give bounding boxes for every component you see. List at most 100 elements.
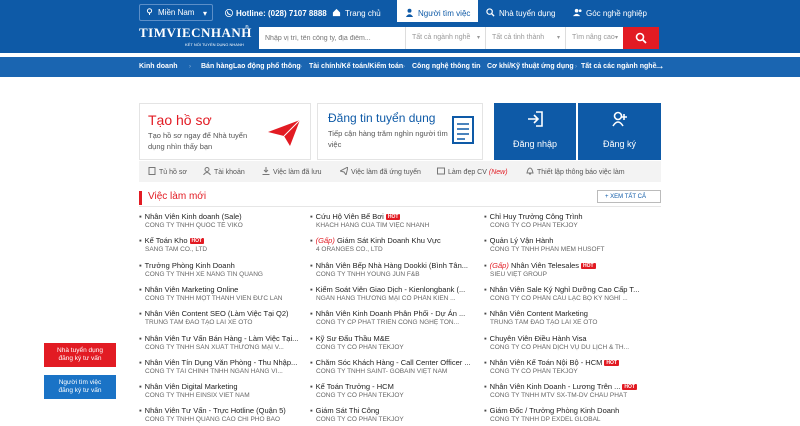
- category-link[interactable]: Tất cả các ngành nghề: [581, 63, 656, 70]
- job-item[interactable]: ▪ Nhân Viên Kinh Doanh Phân Phối - Dự Án …: [310, 309, 480, 326]
- advanced-search[interactable]: Tìm nâng cao ▾: [565, 27, 623, 49]
- nav-home[interactable]: Trang chủ: [332, 0, 381, 22]
- job-title-row[interactable]: ▪ Quản Lý Vận Hành: [484, 236, 654, 245]
- job-company[interactable]: CÔNG TY CP PHÁT TRIỂN CÔNG NGHỆ TỐN...: [310, 319, 480, 326]
- job-title[interactable]: Nhân Viên Bếp Nhà Hàng Dookki (Bình Tân.…: [316, 261, 468, 270]
- job-title[interactable]: Kiểm Soát Viên Giao Dịch - Kienlongbank …: [316, 285, 466, 294]
- job-company[interactable]: CÔNG TY TNHH PHẦN MỀM HUSOFT: [484, 246, 654, 253]
- category-link[interactable]: Cơ khí/Kỹ thuật ứng dụng: [487, 63, 574, 70]
- job-item[interactable]: ▪ (Gấp) Nhân Viên Telesales HOT SIÊU VIỆT G…: [484, 261, 654, 278]
- job-title-row[interactable]: ▪ Nhân Viên Digital Marketing: [139, 382, 309, 391]
- job-title-row[interactable]: ▪ Trưởng Phòng Kinh Doanh: [139, 261, 309, 270]
- job-title-row[interactable]: ▪ Nhân Viên Kinh doanh (Sale): [139, 212, 309, 221]
- nav-job-seeker[interactable]: Người tìm việc: [397, 0, 479, 22]
- job-title[interactable]: Nhân Viên Tín Dụng Văn Phòng - Thu Nhập.…: [145, 358, 298, 367]
- job-title[interactable]: Nhân Viên Tư Vấn Bán Hàng - Làm Việc Tại…: [145, 334, 299, 343]
- job-company[interactable]: CÔNG TY TÀI CHÍNH TNHH NGÂN HÀNG VI...: [139, 368, 309, 375]
- category-link[interactable]: Tài chính/Kế toán/Kiểm toán: [309, 63, 403, 70]
- job-title[interactable]: Nhân Viên Sale Ký Nghỉ Dưỡng Cao Cấp T..…: [490, 285, 640, 294]
- job-title[interactable]: Kỹ Sư Đấu Thầu M&E: [316, 334, 390, 343]
- job-title-row[interactable]: ▪ Kiểm Soát Viên Giao Dịch - Kienlongbank…: [310, 285, 480, 294]
- job-company[interactable]: CÔNG TY TNHH MỘT THÀNH VIÊN ĐỨC LAN: [139, 295, 309, 302]
- job-title-row[interactable]: ▪ Nhân Viên Content Marketing: [484, 309, 654, 318]
- job-item[interactable]: ▪ Giám Sát Thi Công CÔNG TY CỔ PHẦN TEKJOY: [310, 406, 480, 423]
- job-item[interactable]: ▪ Nhân Viên Tư Vấn Bán Hàng - Làm Việc Tạ…: [139, 334, 309, 351]
- nav-employer[interactable]: Nhà tuyển dụng: [486, 0, 556, 22]
- job-title[interactable]: Nhân Viên Digital Marketing: [145, 382, 238, 391]
- shortcut-saved-jobs[interactable]: Việc làm đã lưu: [262, 167, 322, 176]
- job-title-row[interactable]: ▪ Kế Toán Trưởng - HCM: [310, 382, 480, 391]
- job-title[interactable]: Nhân Viên Content Marketing: [490, 309, 588, 318]
- job-company[interactable]: SIÊU VIỆT GROUP: [484, 271, 654, 278]
- job-title[interactable]: Giám Đốc / Trưởng Phòng Kinh Doanh: [490, 406, 620, 415]
- job-title[interactable]: Nhân Viên Kinh Doanh - Lương Trên ...: [490, 382, 621, 391]
- job-company[interactable]: CÔNG TY TNHH YOUNG JUN F&B: [310, 271, 480, 278]
- job-title-row[interactable]: ▪ Nhân Viên Tư Vấn - Trực Hotline (Quận 5…: [139, 406, 309, 415]
- job-title[interactable]: Nhân Viên Tư Vấn - Trực Hotline (Quận 5): [145, 406, 286, 415]
- job-item[interactable]: ▪ Chỉ Huy Trưởng Công Trình CÔNG TY CỔ PHẦ…: [484, 212, 654, 229]
- create-resume-card[interactable]: Tạo hồ sơ Tạo hồ sơ ngay để Nhà tuyển dụ…: [139, 103, 311, 160]
- category-link[interactable]: Kinh doanh: [139, 63, 178, 70]
- job-title-row[interactable]: ▪ Kỹ Sư Đấu Thầu M&E: [310, 334, 480, 343]
- job-item[interactable]: ▪ Nhân Viên Kinh Doanh - Lương Trên ... HO…: [484, 382, 654, 399]
- job-item[interactable]: ▪ Nhân Viên Bếp Nhà Hàng Dookki (Bình Tân…: [310, 261, 480, 278]
- post-job-card[interactable]: Đăng tin tuyển dụng Tiếp cận hàng trăm n…: [317, 103, 483, 160]
- job-title-row[interactable]: ▪ Nhân Viên Sale Ký Nghỉ Dưỡng Cao Cấp T.…: [484, 285, 654, 294]
- job-title[interactable]: Chăm Sóc Khách Hàng - Call Center Office…: [316, 358, 471, 367]
- shortcut-applied-jobs[interactable]: Việc làm đã ứng tuyển: [340, 167, 421, 176]
- job-item[interactable]: ▪ (Gấp) Giám Sát Kinh Doanh Khu Vực 4 ORAN…: [310, 236, 480, 253]
- job-company[interactable]: CÔNG TY CỔ PHẦN CẦU LẠC BỘ KỲ NGHỈ ...: [484, 295, 654, 302]
- job-title[interactable]: Kế Toán Trưởng - HCM: [316, 382, 394, 391]
- job-item[interactable]: ▪ Nhân Viên Content SEO (Làm Việc Tại Q2)…: [139, 309, 309, 326]
- job-title-row[interactable]: ▪ Nhân Viên Bếp Nhà Hàng Dookki (Bình Tân…: [310, 261, 480, 270]
- job-title[interactable]: Giám Sát Thi Công: [316, 406, 380, 415]
- category-link[interactable]: Công nghệ thông tin: [412, 63, 480, 70]
- job-company[interactable]: SANG TAM CO., LTD: [139, 246, 309, 253]
- see-all-button[interactable]: + XEM TẤT CẢ: [597, 190, 661, 203]
- job-title-row[interactable]: ▪ Cứu Hộ Viên Bể Bơi HOT: [310, 212, 480, 221]
- job-title-row[interactable]: ▪ Nhân Viên Marketing Online: [139, 285, 309, 294]
- job-title[interactable]: Nhân Viên Content SEO (Làm Việc Tại Q2): [145, 309, 289, 318]
- arrow-right-icon[interactable]: →: [654, 60, 665, 72]
- job-title-row[interactable]: ▪ Chăm Sóc Khách Hàng - Call Center Offic…: [310, 358, 480, 367]
- job-company[interactable]: TRUNG TÂM ĐÀO TẠO LÁI XE ÔTÔ: [139, 319, 309, 326]
- category-link[interactable]: Lao động phổ thông: [233, 63, 301, 70]
- job-item[interactable]: ▪ Chuyên Viên Điều Hành Visa CÔNG TY CỔ PH…: [484, 334, 654, 351]
- province-select[interactable]: Tất cả tỉnh thành ▾: [485, 27, 565, 49]
- job-company[interactable]: CÔNG TY CỔ PHẦN TEKJOY: [484, 222, 654, 229]
- job-title[interactable]: Nhân Viên Kế Toán Nội Bộ - HCM: [490, 358, 603, 367]
- job-title[interactable]: Chuyên Viên Điều Hành Visa: [490, 334, 587, 343]
- job-item[interactable]: ▪ Nhân Viên Tư Vấn - Trực Hotline (Quận 5…: [139, 406, 309, 423]
- category-link[interactable]: Bán hàng: [201, 63, 233, 70]
- job-item[interactable]: ▪ Nhân Viên Content Marketing TRUNG TÂM ĐÀ…: [484, 309, 654, 326]
- job-title[interactable]: Nhân Viên Kinh Doanh Phân Phối - Dự Án .…: [316, 309, 466, 318]
- job-title-row[interactable]: ▪ (Gấp) Nhân Viên Telesales HOT: [484, 261, 654, 270]
- job-item[interactable]: ▪ Trưởng Phòng Kinh Doanh CÔNG TY TNHH XE …: [139, 261, 309, 278]
- job-item[interactable]: ▪ Nhân Viên Digital Marketing CÔNG TY TNHH…: [139, 382, 309, 399]
- job-company[interactable]: CÔNG TY CỔ PHẦN TEKJOY: [310, 344, 480, 351]
- shortcut-job-alerts[interactable]: Thiết lập thông báo việc làm: [526, 167, 625, 176]
- shortcut-resume-folder[interactable]: Tủ hồ sơ: [148, 167, 187, 176]
- site-logo[interactable]: TIMVIECNHANH KẾT NỐI TUYỂN DỤNG NHANH ®: [139, 25, 251, 47]
- job-company[interactable]: CÔNG TY TNHH XE NÂNG TÍN QUANG: [139, 271, 309, 278]
- job-item[interactable]: ▪ Nhân Viên Tín Dụng Văn Phòng - Thu Nhập…: [139, 358, 309, 375]
- job-company[interactable]: TRUNG TÂM ĐÀO TẠO LÁI XE ÔTÔ: [484, 319, 654, 326]
- job-title[interactable]: Giám Sát Kinh Doanh Khu Vực: [337, 236, 441, 245]
- job-company[interactable]: CÔNG TY TNHH DP EXDEL GLOBAL: [484, 416, 654, 423]
- job-title-row[interactable]: ▪ Nhân Viên Content SEO (Làm Việc Tại Q2): [139, 309, 309, 318]
- job-title-row[interactable]: ▪ Chuyên Viên Điều Hành Visa: [484, 334, 654, 343]
- job-item[interactable]: ▪ Chăm Sóc Khách Hàng - Call Center Offic…: [310, 358, 480, 375]
- job-company[interactable]: CÔNG TY CỔ PHẦN TEKJOY: [484, 368, 654, 375]
- job-item[interactable]: ▪ Kế Toán Kho HOT SANG TAM CO., LTD: [139, 236, 309, 253]
- job-title[interactable]: Cứu Hộ Viên Bể Bơi: [316, 212, 384, 221]
- job-company[interactable]: CÔNG TY TNHH QUẢNG CÁO CHI PHÔ BÁO: [139, 416, 309, 423]
- job-company[interactable]: CÔNG TY CỔ PHẦN TEKJOY: [310, 392, 480, 399]
- job-title[interactable]: Nhân Viên Kinh doanh (Sale): [145, 212, 242, 221]
- job-item[interactable]: ▪ Kế Toán Trưởng - HCM CÔNG TY CỔ PHẦN TEK…: [310, 382, 480, 399]
- job-title[interactable]: Quản Lý Vận Hành: [490, 236, 554, 245]
- industry-select[interactable]: Tất cả ngành nghề ▾: [405, 27, 485, 49]
- job-company[interactable]: CÔNG TY CỔ PHẦN TEKJOY: [310, 416, 480, 423]
- job-title[interactable]: Chỉ Huy Trưởng Công Trình: [490, 212, 583, 221]
- job-company[interactable]: KHÁCH HÀNG CỦA TÌM VIỆC NHANH: [310, 222, 480, 229]
- job-item[interactable]: ▪ Nhân Viên Sale Ký Nghỉ Dưỡng Cao Cấp T.…: [484, 285, 654, 302]
